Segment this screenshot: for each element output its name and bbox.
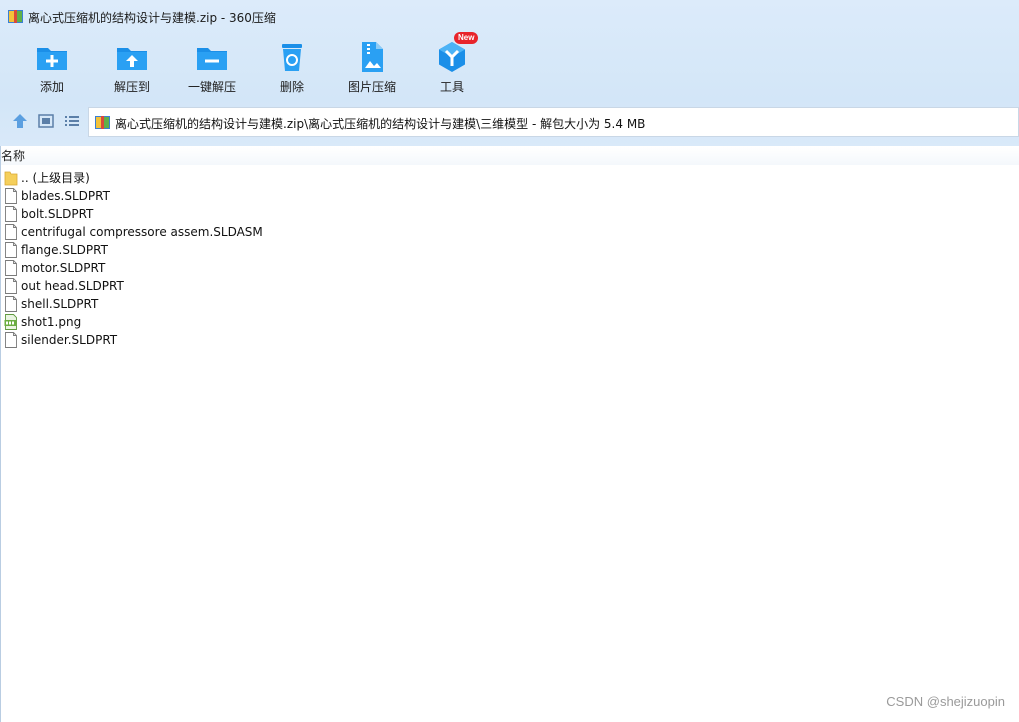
file-icon [5, 260, 17, 276]
path-text: 离心式压缩机的结构设计与建模.zip\离心式压缩机的结构设计与建模\三维模型 -… [115, 117, 646, 131]
file-icon [5, 296, 17, 312]
file-name: blades.SLDPRT [21, 189, 110, 203]
extract-to-label: 解压到 [113, 80, 150, 94]
window-chrome: 离心式压缩机的结构设计与建模.zip - 360压缩 添加 解压到 一键解压 删… [0, 0, 1019, 146]
new-badge: New [454, 32, 479, 44]
extract-to-icon [117, 48, 147, 70]
list-item[interactable]: bolt.SLDPRT [0, 205, 600, 223]
list-item[interactable]: shot1.png [0, 313, 600, 331]
add-folder-icon [37, 48, 67, 70]
file-icon [5, 242, 17, 258]
list-item[interactable]: shell.SLDPRT [0, 295, 600, 313]
zip-archive-icon [8, 10, 23, 23]
list-item[interactable]: blades.SLDPRT [0, 187, 600, 205]
tools-label: 工具 [439, 80, 464, 94]
file-name: silender.SLDPRT [21, 333, 118, 347]
list-item-parent-directory[interactable]: .. (上级目录) [0, 169, 600, 187]
watermark: CSDN @shejizuopin [886, 694, 1005, 709]
trash-icon [282, 44, 302, 71]
path-bar[interactable]: 离心式压缩机的结构设计与建模.zip\离心式压缩机的结构设计与建模\三维模型 -… [88, 107, 1019, 137]
delete-button[interactable]: 删除 [252, 36, 332, 98]
file-icon [5, 206, 17, 222]
image-compress-label: 图片压缩 [347, 80, 396, 94]
file-rows: .. (上级目录) blades.SLDPRT bolt.SLDPRT cent… [0, 169, 600, 349]
image-compress-icon [362, 42, 383, 72]
file-name: motor.SLDPRT [21, 261, 106, 275]
add-label: 添加 [39, 80, 64, 94]
file-name: shell.SLDPRT [21, 297, 99, 311]
window-border [0, 146, 1, 722]
image-compress-button[interactable]: 图片压缩 [332, 36, 412, 98]
window-title: 离心式压缩机的结构设计与建模.zip - 360压缩 [28, 11, 276, 25]
tools-icon [439, 42, 465, 72]
list-item[interactable]: flange.SLDPRT [0, 241, 600, 259]
image-file-icon [4, 314, 17, 330]
thumbnail-view-icon[interactable] [37, 112, 55, 130]
one-click-extract-button[interactable]: 一键解压 [172, 36, 252, 98]
file-icon [5, 188, 17, 204]
zip-archive-icon [95, 116, 110, 129]
folder-icon [4, 171, 18, 186]
title-bar: 离心式压缩机的结构设计与建模.zip - 360压缩 [0, 0, 1019, 34]
one-click-extract-label: 一键解压 [187, 80, 236, 94]
file-icon [5, 332, 17, 348]
list-item[interactable]: motor.SLDPRT [0, 259, 600, 277]
file-name: shot1.png [21, 315, 82, 329]
delete-label: 删除 [279, 80, 304, 94]
file-icon [5, 278, 17, 294]
file-name: centrifugal compressore assem.SLDASM [21, 225, 263, 239]
file-name: flange.SLDPRT [21, 243, 108, 257]
extract-to-button[interactable]: 解压到 [92, 36, 172, 98]
list-item[interactable]: silender.SLDPRT [0, 331, 600, 349]
list-view-icon[interactable] [63, 112, 81, 130]
add-button[interactable]: 添加 [12, 36, 92, 98]
file-icon [5, 224, 17, 240]
list-item[interactable]: centrifugal compressore assem.SLDASM [0, 223, 600, 241]
up-arrow-icon[interactable] [11, 112, 29, 130]
tools-button[interactable]: 工具 [412, 36, 492, 98]
navigation-bar: 离心式压缩机的结构设计与建模.zip\离心式压缩机的结构设计与建模\三维模型 -… [0, 104, 1019, 138]
toolbar: 添加 解压到 一键解压 删除 图片压缩 工具 New [0, 32, 1019, 100]
one-click-extract-icon [197, 48, 227, 70]
list-item[interactable]: out head.SLDPRT [0, 277, 600, 295]
file-list: 名称 .. (上级目录) blades.SLDPRT bolt.SLDPRT c… [0, 146, 1019, 722]
file-name: out head.SLDPRT [21, 279, 124, 293]
column-header-name[interactable]: 名称 [0, 147, 1019, 165]
file-name: .. (上级目录) [21, 171, 90, 185]
file-name: bolt.SLDPRT [21, 207, 94, 221]
